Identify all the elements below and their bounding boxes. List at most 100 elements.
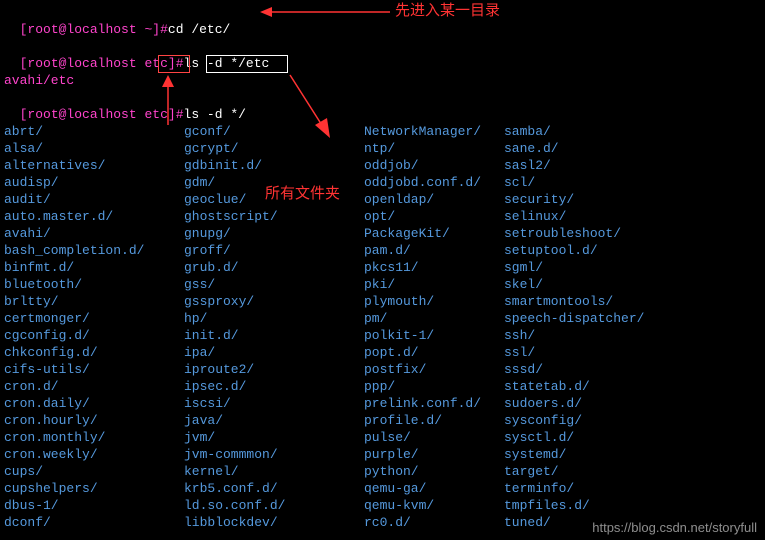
directory-item: statetab.d/ — [504, 378, 704, 395]
directory-item: cgconfig.d/ — [4, 327, 184, 344]
directory-item: pkcs11/ — [364, 259, 504, 276]
command-2: ls -d */etc — [184, 56, 270, 71]
directory-item: avahi/ — [4, 225, 184, 242]
host: localhost — [66, 56, 136, 71]
hash: # — [176, 107, 184, 122]
directory-item: cups/ — [4, 463, 184, 480]
directory-item: ipsec.d/ — [184, 378, 364, 395]
prompt-line-3: [root@localhost etc]#ls -d */ — [4, 89, 761, 123]
directory-item: pulse/ — [364, 429, 504, 446]
user: root — [27, 107, 58, 122]
host: localhost — [66, 107, 136, 122]
directory-item: PackageKit/ — [364, 225, 504, 242]
directory-item: ssh/ — [504, 327, 704, 344]
directory-item: speech-dispatcher/ — [504, 310, 704, 327]
directory-item: bluetooth/ — [4, 276, 184, 293]
directory-item: oddjob/ — [364, 157, 504, 174]
directory-item: terminfo/ — [504, 480, 704, 497]
command-1: cd /etc/ — [168, 22, 230, 37]
directory-item: setuptool.d/ — [504, 242, 704, 259]
directory-item: security/ — [504, 191, 704, 208]
directory-item: cron.daily/ — [4, 395, 184, 412]
directory-item: qemu-ga/ — [364, 480, 504, 497]
directory-item: samba/ — [504, 123, 704, 140]
directory-item: iscsi/ — [184, 395, 364, 412]
listing-col-2: gconf/gcrypt/gdbinit.d/gdm/geoclue/ghost… — [184, 123, 364, 531]
directory-item: alternatives/ — [4, 157, 184, 174]
directory-item: pam.d/ — [364, 242, 504, 259]
directory-item: hp/ — [184, 310, 364, 327]
user: root — [27, 56, 58, 71]
directory-item: iproute2/ — [184, 361, 364, 378]
command-3: ls -d */ — [184, 107, 246, 122]
directory-item: jvm-commmon/ — [184, 446, 364, 463]
directory-item: sgml/ — [504, 259, 704, 276]
directory-item: jvm/ — [184, 429, 364, 446]
directory-item: gdbinit.d/ — [184, 157, 364, 174]
directory-item: scl/ — [504, 174, 704, 191]
directory-item: pki/ — [364, 276, 504, 293]
directory-item: skel/ — [504, 276, 704, 293]
output-line-1: avahi/etc — [4, 72, 761, 89]
directory-item: setroubleshoot/ — [504, 225, 704, 242]
directory-item: auto.master.d/ — [4, 208, 184, 225]
directory-item: libblockdev/ — [184, 514, 364, 531]
directory-item: openldap/ — [364, 191, 504, 208]
directory-item: sudoers.d/ — [504, 395, 704, 412]
directory-item: NetworkManager/ — [364, 123, 504, 140]
directory-listing: abrt/alsa/alternatives/audisp/audit/auto… — [4, 123, 761, 531]
directory-item: ipa/ — [184, 344, 364, 361]
directory-item: sssd/ — [504, 361, 704, 378]
directory-item: chkconfig.d/ — [4, 344, 184, 361]
directory-item: geoclue/ — [184, 191, 364, 208]
directory-item: selinux/ — [504, 208, 704, 225]
directory-item: gdm/ — [184, 174, 364, 191]
directory-item: krb5.conf.d/ — [184, 480, 364, 497]
directory-item: cifs-utils/ — [4, 361, 184, 378]
directory-item: groff/ — [184, 242, 364, 259]
directory-item: profile.d/ — [364, 412, 504, 429]
directory-item: gss/ — [184, 276, 364, 293]
directory-item: ghostscript/ — [184, 208, 364, 225]
directory-item: popt.d/ — [364, 344, 504, 361]
directory-item: python/ — [364, 463, 504, 480]
directory-item: cron.monthly/ — [4, 429, 184, 446]
bracket: ] — [168, 56, 176, 71]
directory-item: sysctl.d/ — [504, 429, 704, 446]
directory-item: cron.d/ — [4, 378, 184, 395]
bracket: ] — [152, 22, 160, 37]
directory-item: ppp/ — [364, 378, 504, 395]
directory-item: dconf/ — [4, 514, 184, 531]
directory-item: gcrypt/ — [184, 140, 364, 157]
listing-col-3: NetworkManager/ntp/oddjob/oddjobd.conf.d… — [364, 123, 504, 531]
directory-item: purple/ — [364, 446, 504, 463]
directory-item: plymouth/ — [364, 293, 504, 310]
directory-item: init.d/ — [184, 327, 364, 344]
directory-item: prelink.conf.d/ — [364, 395, 504, 412]
directory-item: abrt/ — [4, 123, 184, 140]
hash: # — [176, 56, 184, 71]
directory-item: cron.weekly/ — [4, 446, 184, 463]
bracket: ] — [168, 107, 176, 122]
directory-item: audit/ — [4, 191, 184, 208]
directory-item: opt/ — [364, 208, 504, 225]
user: root — [27, 22, 58, 37]
directory-item: gnupg/ — [184, 225, 364, 242]
directory-item: pm/ — [364, 310, 504, 327]
path: etc — [144, 56, 167, 71]
hash: # — [160, 22, 168, 37]
directory-item: grub.d/ — [184, 259, 364, 276]
directory-item: oddjobd.conf.d/ — [364, 174, 504, 191]
directory-item: alsa/ — [4, 140, 184, 157]
directory-item: bash_completion.d/ — [4, 242, 184, 259]
directory-item: sasl2/ — [504, 157, 704, 174]
watermark-text: https://blog.csdn.net/storyfull — [592, 519, 757, 536]
directory-item: sane.d/ — [504, 140, 704, 157]
directory-item: ld.so.conf.d/ — [184, 497, 364, 514]
directory-item: systemd/ — [504, 446, 704, 463]
directory-item: ntp/ — [364, 140, 504, 157]
prompt-line-1: [root@localhost ~]#cd /etc/ — [4, 4, 761, 38]
directory-item: brltty/ — [4, 293, 184, 310]
directory-item: cupshelpers/ — [4, 480, 184, 497]
directory-item: cron.hourly/ — [4, 412, 184, 429]
